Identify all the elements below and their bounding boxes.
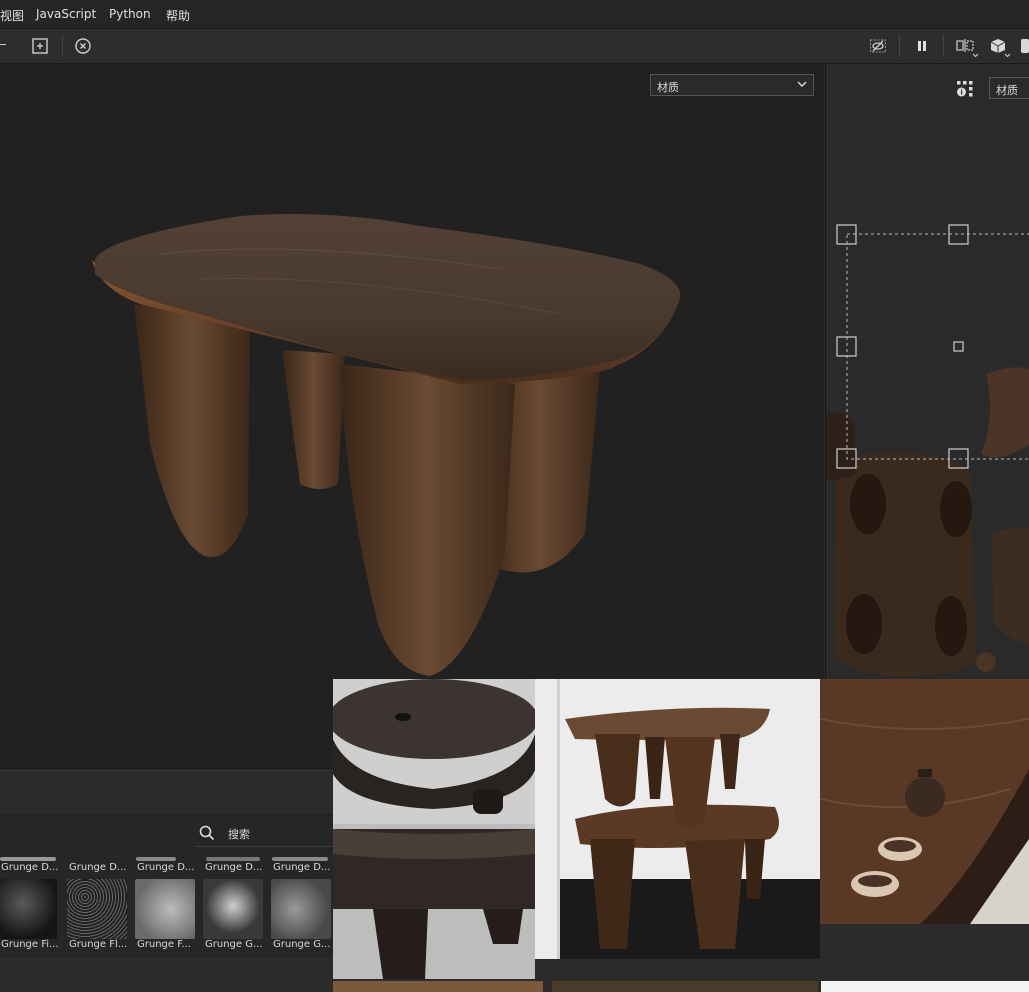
asset-label: Grunge D... xyxy=(205,862,263,873)
menu-help[interactable]: 帮助 xyxy=(166,7,190,24)
asset-thumbnail[interactable] xyxy=(271,879,331,939)
asset-thumbnail[interactable] xyxy=(67,879,127,939)
cube-icon[interactable] xyxy=(989,37,1013,58)
toolbar-separator xyxy=(899,35,900,57)
split-view-icon[interactable] xyxy=(956,37,980,58)
search-icon xyxy=(199,825,215,845)
asset-label: Grunge G... xyxy=(273,939,331,950)
asset-label: Grunge D... xyxy=(1,862,59,873)
asset-thumbnail[interactable] xyxy=(272,857,328,861)
photo-gap xyxy=(820,924,1029,979)
menu-python[interactable]: Python xyxy=(109,7,151,21)
menu-bar: 视图 JavaScript Python 帮助 xyxy=(0,0,1029,29)
asset-thumbnail[interactable] xyxy=(0,857,56,861)
reset-camera-icon[interactable] xyxy=(74,37,92,55)
uv-panel[interactable]: 材质 xyxy=(825,64,1029,678)
3d-viewport[interactable]: 材质 xyxy=(0,64,824,770)
reference-photo-partial[interactable] xyxy=(821,981,1029,992)
asset-thumbnail[interactable] xyxy=(0,879,57,939)
shelf-footer xyxy=(0,958,333,992)
search-input[interactable]: 搜索 xyxy=(228,826,250,842)
reference-photo-partial[interactable] xyxy=(552,981,818,992)
pause-icon[interactable] xyxy=(913,37,931,55)
toolbar xyxy=(0,29,1029,64)
toolbar-separator xyxy=(943,35,944,57)
reference-photo-partial[interactable] xyxy=(333,981,543,992)
reference-photo-slab-stool[interactable] xyxy=(333,679,535,979)
asset-thumbnail[interactable] xyxy=(135,879,195,939)
asset-label: Grunge D... xyxy=(69,862,127,873)
fit-view-icon[interactable] xyxy=(31,37,49,55)
uv-texture-view xyxy=(826,224,1029,677)
asset-thumbnail[interactable] xyxy=(206,857,260,861)
asset-thumbnail[interactable] xyxy=(136,857,176,861)
menu-javascript[interactable]: JavaScript xyxy=(36,7,96,21)
asset-label: Grunge G... xyxy=(205,939,263,950)
asset-label: Grunge F... xyxy=(137,939,191,950)
asset-thumbnail[interactable] xyxy=(203,879,263,939)
toolbar-edge-icon xyxy=(0,44,6,45)
more-tools-icon[interactable] xyxy=(1021,39,1029,53)
asset-label: Grunge Fl... xyxy=(69,939,128,950)
asset-label: Grunge D... xyxy=(273,862,331,873)
toolbar-separator xyxy=(62,35,63,57)
hide-icon[interactable] xyxy=(869,37,887,55)
shelf-search[interactable]: 搜索 xyxy=(195,820,333,847)
stool-3d-model xyxy=(92,213,681,676)
asset-label: Grunge Fi... xyxy=(1,939,59,950)
asset-label: Grunge D... xyxy=(137,862,195,873)
asset-shelf: 搜索 Grunge D... Grunge D... Grunge D... G… xyxy=(0,780,333,992)
reference-photo-stacked-stools[interactable] xyxy=(535,679,820,959)
reference-photo-tea-set[interactable] xyxy=(820,679,1029,924)
shelf-header xyxy=(0,780,333,815)
menu-view[interactable]: 视图 xyxy=(0,7,24,24)
